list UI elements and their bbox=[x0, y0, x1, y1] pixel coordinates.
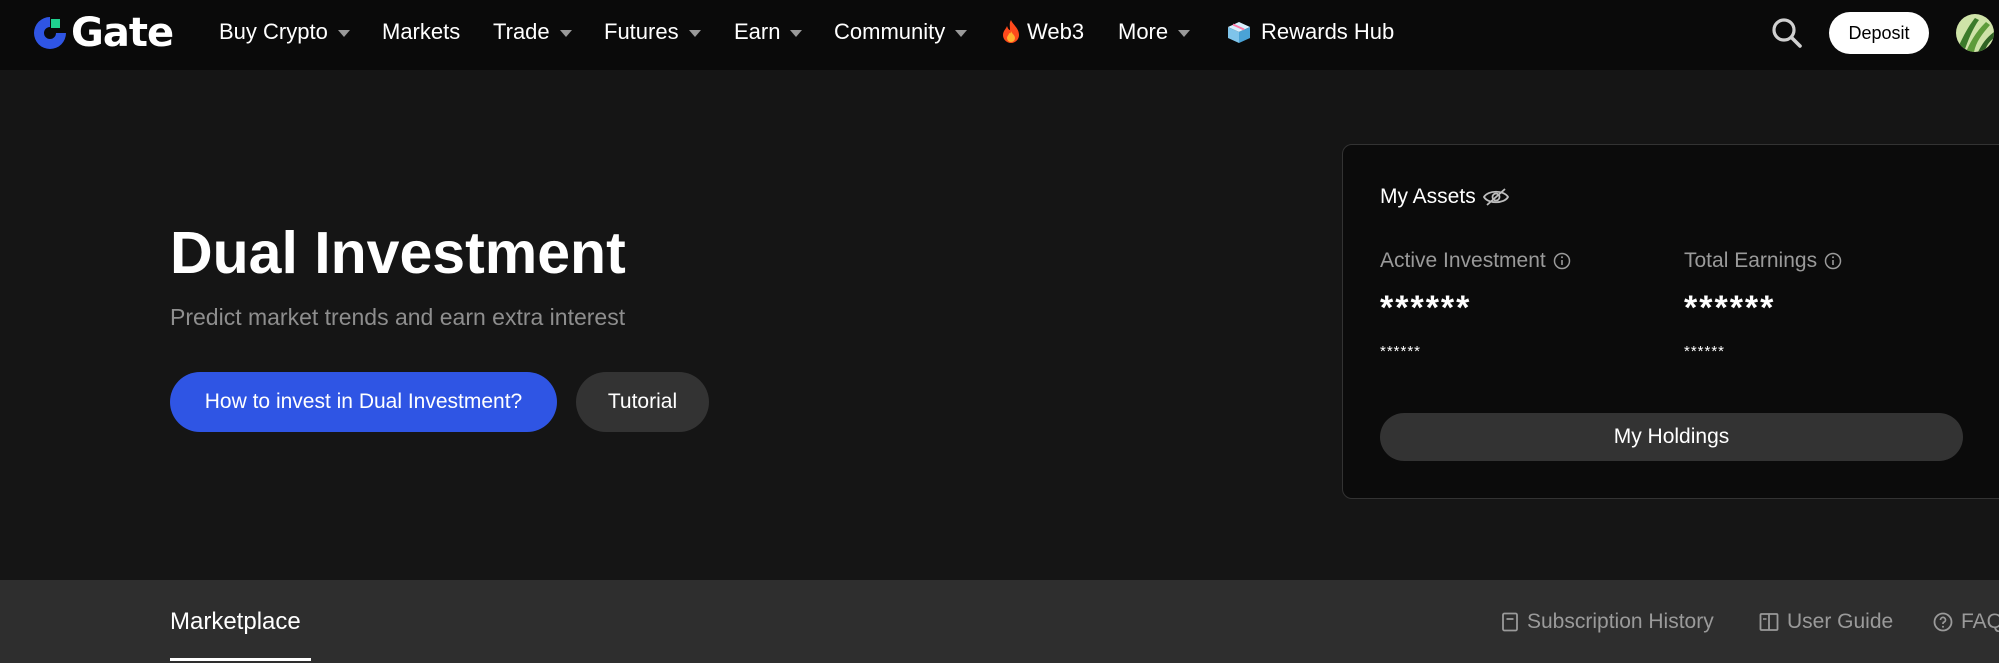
page-title: Dual Investment bbox=[170, 220, 626, 286]
nav-label: Futures bbox=[604, 19, 679, 44]
info-icon[interactable] bbox=[1553, 252, 1571, 270]
eye-off-icon[interactable] bbox=[1482, 186, 1510, 208]
nav-item-trade[interactable]: Trade bbox=[493, 19, 572, 45]
total-earnings-label-row: Total Earnings bbox=[1684, 249, 1842, 273]
brand-name: Gate bbox=[71, 10, 174, 56]
user-guide-label: User Guide bbox=[1787, 610, 1894, 633]
nav-item-buy-crypto[interactable]: Buy Crypto bbox=[219, 19, 350, 45]
nav-item-web3[interactable]: Web3 bbox=[1000, 19, 1084, 45]
chevron-down-icon bbox=[559, 29, 572, 37]
how-to-invest-button[interactable]: How to invest in Dual Investment? bbox=[170, 372, 557, 432]
active-investment-value: ****** bbox=[1380, 289, 1472, 327]
my-assets-card: My Assets Active Investment ****** *****… bbox=[1342, 144, 1999, 499]
subscription-history-link[interactable]: Subscription History bbox=[1501, 610, 1714, 634]
active-investment-label: Active Investment bbox=[1380, 249, 1546, 272]
info-icon[interactable] bbox=[1824, 252, 1842, 270]
chevron-down-icon bbox=[1178, 29, 1191, 37]
chevron-down-icon bbox=[337, 29, 350, 37]
fire-icon bbox=[1003, 20, 1019, 43]
user-guide-link[interactable]: User Guide bbox=[1759, 610, 1893, 634]
faq-label: FAQ bbox=[1961, 610, 1999, 633]
active-investment-stat: Active Investment ****** ****** bbox=[1380, 249, 1571, 360]
nav-item-community[interactable]: Community bbox=[834, 19, 968, 45]
top-navigation-bar: Gate Buy Crypto Markets Trade Futures Ea… bbox=[0, 0, 1999, 70]
nav-label: Community bbox=[834, 19, 946, 44]
active-investment-label-row: Active Investment bbox=[1380, 249, 1571, 273]
page-subtitle: Predict market trends and earn extra int… bbox=[170, 304, 626, 330]
tab-marketplace[interactable]: Marketplace bbox=[170, 608, 301, 636]
gate-logo-icon bbox=[34, 17, 66, 49]
total-earnings-label: Total Earnings bbox=[1684, 249, 1818, 272]
nav-item-more[interactable]: More bbox=[1118, 19, 1191, 45]
avatar-image bbox=[1956, 14, 1994, 52]
nav-label: Earn bbox=[734, 19, 781, 44]
faq-link[interactable]: FAQ bbox=[1933, 610, 1999, 634]
chevron-down-icon bbox=[790, 29, 803, 37]
nav-label: Buy Crypto bbox=[219, 19, 328, 44]
total-earnings-sub-value: ****** bbox=[1684, 343, 1726, 360]
chevron-down-icon bbox=[955, 29, 968, 37]
my-holdings-button[interactable]: My Holdings bbox=[1380, 413, 1963, 461]
document-icon bbox=[1502, 612, 1518, 632]
gate-logo[interactable]: Gate bbox=[30, 10, 174, 56]
deposit-button[interactable]: Deposit bbox=[1829, 12, 1929, 54]
subscription-history-label: Subscription History bbox=[1527, 610, 1714, 633]
gift-box-icon bbox=[1228, 22, 1250, 43]
tutorial-button[interactable]: Tutorial bbox=[576, 372, 709, 432]
nav-item-markets[interactable]: Markets bbox=[382, 19, 460, 45]
nav-item-rewards-hub[interactable]: Rewards Hub bbox=[1226, 19, 1394, 45]
user-avatar[interactable] bbox=[1956, 14, 1994, 52]
nav-label: Rewards Hub bbox=[1261, 19, 1395, 44]
nav-label: Web3 bbox=[1027, 19, 1085, 44]
chevron-down-icon bbox=[688, 29, 701, 37]
active-tab-indicator bbox=[170, 658, 311, 661]
book-icon bbox=[1759, 613, 1779, 631]
total-earnings-stat: Total Earnings ****** ****** bbox=[1684, 249, 1842, 360]
nav-item-futures[interactable]: Futures bbox=[604, 19, 701, 45]
nav-item-earn[interactable]: Earn bbox=[734, 19, 803, 45]
nav-label: More bbox=[1118, 19, 1169, 44]
search-icon[interactable] bbox=[1770, 16, 1804, 50]
active-investment-sub-value: ****** bbox=[1380, 343, 1422, 360]
marketplace-subnav: Marketplace Subscription History User Gu… bbox=[0, 580, 1999, 663]
total-earnings-value: ****** bbox=[1684, 289, 1776, 327]
my-assets-title: My Assets bbox=[1380, 185, 1476, 208]
nav-label: Trade bbox=[493, 19, 550, 44]
nav-label: Markets bbox=[382, 19, 461, 44]
help-circle-icon bbox=[1933, 612, 1953, 632]
my-assets-header: My Assets bbox=[1380, 185, 1510, 209]
